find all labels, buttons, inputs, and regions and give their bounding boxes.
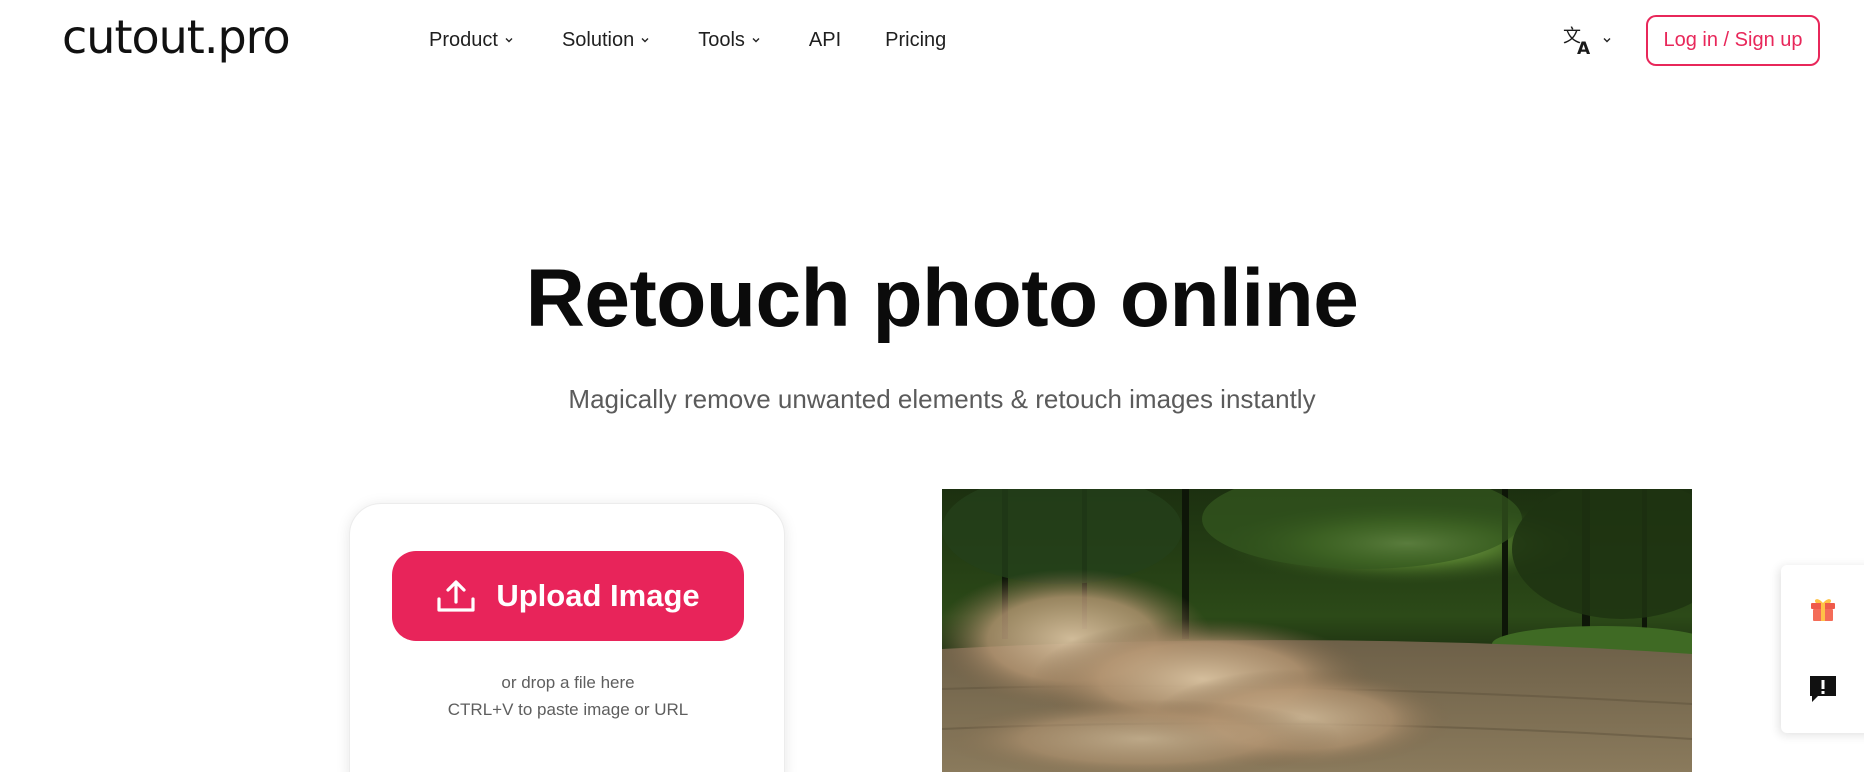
nav-tools[interactable]: Tools bbox=[698, 22, 761, 58]
example-preview-image bbox=[942, 489, 1692, 772]
page-title: Retouch photo online bbox=[525, 253, 1359, 344]
nav-product[interactable]: Product bbox=[429, 22, 514, 58]
logo[interactable]: cutout.pro bbox=[62, 6, 291, 68]
nav-solution[interactable]: Solution bbox=[562, 22, 650, 58]
language-selector[interactable]: 文 A bbox=[1562, 22, 1612, 58]
example-photo bbox=[942, 489, 1692, 772]
floating-side-panel bbox=[1781, 565, 1864, 733]
feedback-button[interactable] bbox=[1807, 673, 1839, 705]
paste-hint: CTRL+V to paste image or URL bbox=[447, 700, 689, 719]
main-nav: Product Solution Tools API Pricing bbox=[429, 22, 946, 58]
nav-pricing[interactable]: Pricing bbox=[885, 22, 946, 58]
nav-api-label: API bbox=[808, 28, 842, 51]
nav-product-label: Product bbox=[429, 28, 498, 51]
nav-api[interactable]: API bbox=[809, 22, 841, 58]
chevron-down-icon bbox=[641, 38, 649, 43]
upload-icon bbox=[437, 580, 475, 612]
page-subtitle: Magically remove unwanted elements & ret… bbox=[568, 384, 1316, 414]
gift-icon bbox=[1811, 599, 1835, 621]
chevron-down-icon bbox=[505, 38, 513, 43]
gift-button[interactable] bbox=[1807, 592, 1839, 624]
drop-hint-block: or drop a file here CTRL+V to paste imag… bbox=[350, 669, 786, 723]
nav-pricing-label: Pricing bbox=[885, 28, 947, 51]
chevron-down-icon bbox=[752, 38, 760, 43]
feedback-icon bbox=[1810, 676, 1836, 702]
upload-image-label: Upload Image bbox=[496, 578, 700, 613]
login-signup-button[interactable]: Log in / Sign up bbox=[1646, 15, 1820, 66]
drop-hint: or drop a file here bbox=[501, 673, 635, 692]
upload-card[interactable]: Upload Image or drop a file here CTRL+V … bbox=[349, 503, 785, 772]
chevron-down-icon bbox=[1603, 38, 1611, 43]
translate-icon: 文 A bbox=[1563, 26, 1591, 57]
nav-tools-label: Tools bbox=[698, 28, 745, 51]
upload-image-button[interactable]: Upload Image bbox=[392, 551, 744, 641]
svg-text:A: A bbox=[1577, 39, 1591, 57]
page: cutout.pro Product Solution Tools API Pr… bbox=[0, 0, 1864, 772]
top-header: cutout.pro Product Solution Tools API Pr… bbox=[0, 0, 1864, 80]
nav-solution-label: Solution bbox=[561, 28, 635, 51]
